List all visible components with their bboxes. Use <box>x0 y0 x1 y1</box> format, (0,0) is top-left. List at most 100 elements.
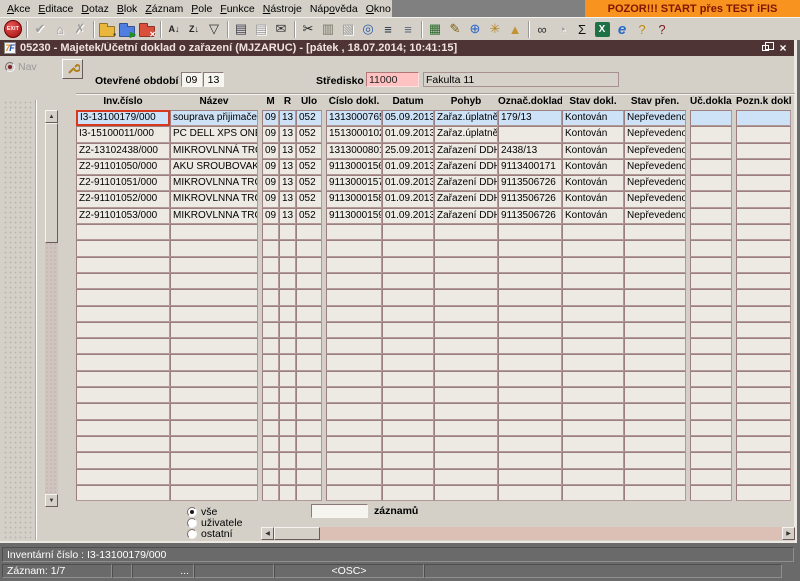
table-cell[interactable] <box>624 354 686 371</box>
table-cell[interactable] <box>76 419 170 436</box>
filter-option-uzivatele[interactable]: uživatele <box>187 517 242 529</box>
table-cell[interactable]: MIKROVLNNA TROU <box>170 207 258 225</box>
table-cell[interactable] <box>76 452 170 469</box>
scroll-right-icon[interactable]: ▶ <box>782 527 795 540</box>
table-cell[interactable] <box>736 272 791 290</box>
record-scrollbar[interactable]: ▲ ▼ <box>45 110 58 507</box>
table-cell[interactable]: 09 <box>262 126 279 143</box>
table-cell[interactable] <box>326 240 382 257</box>
table-row[interactable]: Z2-91101052/000MIKROVLNNA TROU0913052911… <box>76 191 791 208</box>
table-cell[interactable]: Nepřevedeno <box>624 191 686 208</box>
table-cell[interactable] <box>296 354 322 371</box>
table-cell[interactable]: Kontován <box>562 158 624 176</box>
filter-option-ostatni[interactable]: ostatní <box>187 528 233 540</box>
table-cell[interactable] <box>296 305 322 322</box>
table-cell[interactable] <box>498 484 562 502</box>
table-cell[interactable]: 01.09.2013 <box>382 207 434 225</box>
table-cell[interactable] <box>279 224 296 241</box>
table-cell[interactable] <box>76 338 170 355</box>
table-cell[interactable] <box>76 435 170 453</box>
execute-query-icon[interactable]: ▶ <box>117 20 137 39</box>
menu-blok[interactable]: Blok <box>113 2 141 16</box>
table-cell[interactable] <box>326 224 382 241</box>
close-button[interactable]: × <box>776 42 790 55</box>
table-cell[interactable] <box>76 484 170 502</box>
table-cell[interactable]: I3-13100179/000 <box>76 110 170 127</box>
table-cell[interactable]: Nepřevedeno <box>624 142 686 159</box>
table-cell[interactable]: 9113506726 <box>498 191 562 208</box>
table-cell[interactable]: MIKROVLNNÁ TROU <box>170 142 258 159</box>
table-cell[interactable] <box>279 289 296 306</box>
table-cell[interactable] <box>736 338 791 355</box>
table-cell[interactable] <box>76 272 170 290</box>
table-cell[interactable]: Nepřevedeno <box>624 158 686 176</box>
table-cell[interactable]: 9113400171 <box>498 158 562 176</box>
table-cell[interactable]: 09 <box>262 142 279 159</box>
table-cell[interactable] <box>690 126 732 143</box>
table-cell[interactable] <box>279 240 296 257</box>
table-row[interactable]: I3-13100179/000 souprava přijimače 09 13 052… <box>76 110 791 127</box>
table-cell[interactable] <box>498 419 562 436</box>
record-scrollbar-thumb[interactable] <box>45 123 58 243</box>
table-cell[interactable] <box>736 321 791 339</box>
table-row-empty[interactable] <box>76 484 791 502</box>
table-cell[interactable] <box>562 224 624 241</box>
table-cell[interactable] <box>76 321 170 339</box>
filter-option-vse[interactable]: vše <box>187 506 217 518</box>
table-cell[interactable] <box>624 240 686 257</box>
table-cell[interactable] <box>562 468 624 485</box>
table-cell[interactable] <box>736 175 791 192</box>
table-cell[interactable] <box>736 158 791 176</box>
table-cell[interactable] <box>624 452 686 469</box>
table-cell[interactable] <box>382 289 434 306</box>
table-cell[interactable] <box>690 142 732 159</box>
table-cell[interactable]: 13 <box>279 191 296 208</box>
table-cell[interactable] <box>279 435 296 453</box>
table-cell[interactable] <box>736 468 791 485</box>
table-cell[interactable] <box>326 468 382 485</box>
table-cell[interactable] <box>434 240 498 257</box>
table-cell[interactable]: Nepřevedeno <box>624 110 686 127</box>
table-cell[interactable] <box>296 321 322 339</box>
table-cell[interactable] <box>382 403 434 420</box>
table-cell[interactable] <box>382 435 434 453</box>
table-cell[interactable] <box>562 435 624 453</box>
table-cell[interactable] <box>690 158 732 176</box>
table-cell[interactable] <box>624 338 686 355</box>
table-cell[interactable] <box>279 387 296 404</box>
table-cell[interactable] <box>624 321 686 339</box>
table-cell[interactable] <box>279 468 296 485</box>
table-cell[interactable]: Nepřevedeno <box>624 126 686 143</box>
table-cell[interactable]: 9113506726 <box>498 175 562 192</box>
restore-button[interactable] <box>758 42 774 55</box>
table-row[interactable]: I3-15100011/000PC DELL XPS ONE 209130521… <box>76 126 791 143</box>
table-cell[interactable] <box>498 256 562 273</box>
table-cell[interactable] <box>296 272 322 290</box>
table-cell[interactable] <box>434 435 498 453</box>
table-cell[interactable] <box>690 370 732 388</box>
table-cell[interactable] <box>262 419 279 436</box>
table-row-empty[interactable] <box>76 387 791 404</box>
table-cell[interactable]: 052 <box>296 142 322 159</box>
table-cell[interactable] <box>296 419 322 436</box>
table-cell[interactable] <box>170 289 258 306</box>
table-cell[interactable] <box>296 452 322 469</box>
record-list-icon[interactable]: ≡ <box>398 20 418 39</box>
table-cell[interactable] <box>279 338 296 355</box>
print-icon[interactable]: ▤ <box>231 20 251 39</box>
menu-funkce[interactable]: Funkce <box>216 2 258 16</box>
table-cell[interactable] <box>562 403 624 420</box>
table-cell[interactable] <box>690 305 732 322</box>
table-cell[interactable]: 9113000158 <box>326 191 382 208</box>
table-row[interactable]: Z2-91101053/000MIKROVLNNA TROU0913052911… <box>76 207 791 225</box>
table-cell[interactable] <box>382 468 434 485</box>
table-cell[interactable] <box>296 256 322 273</box>
table-cell[interactable] <box>262 256 279 273</box>
table-cell[interactable] <box>624 435 686 453</box>
table-cell[interactable] <box>326 289 382 306</box>
table-cell[interactable]: 2438/13 <box>498 142 562 159</box>
table-cell[interactable] <box>498 370 562 388</box>
table-cell[interactable] <box>170 452 258 469</box>
table-cell[interactable] <box>382 256 434 273</box>
table-cell[interactable]: Z2-91101053/000 <box>76 207 170 225</box>
